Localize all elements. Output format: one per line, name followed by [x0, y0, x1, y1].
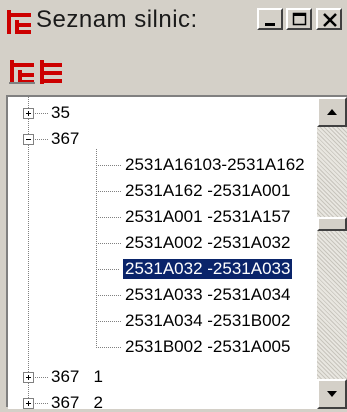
tree-node[interactable]: 2531B002 -2531A005: [125, 337, 290, 357]
tree-node[interactable]: 2531A002 -2531A032: [125, 233, 290, 253]
close-button[interactable]: [316, 8, 342, 30]
tree-node[interactable]: 367 1: [51, 367, 103, 387]
scroll-down-button[interactable]: [317, 379, 347, 409]
expand-toggle[interactable]: [23, 108, 34, 119]
tree-node[interactable]: 2531A001 -2531A157: [125, 207, 290, 227]
arrow-up-icon: [327, 109, 337, 115]
road-tree[interactable]: 35 367 2531A16103-2531A162 2531A162 -253…: [8, 97, 317, 409]
toolbar: [0, 54, 347, 90]
tree-node[interactable]: 2531A033 -2531A034: [125, 285, 290, 305]
collapse-toggle[interactable]: [23, 134, 34, 145]
tree-node[interactable]: 367: [51, 129, 79, 149]
title-bar[interactable]: Seznam silnic:: [0, 0, 347, 40]
tree-node-selected[interactable]: 2531A032 -2531A033: [123, 259, 293, 279]
arrow-down-icon: [327, 391, 337, 397]
tree-node[interactable]: 2531A16103-2531A162: [125, 155, 305, 175]
tree-app-icon: [6, 10, 32, 39]
list-view-button[interactable]: [36, 58, 66, 86]
expand-toggle[interactable]: [23, 398, 34, 409]
expand-toggle[interactable]: [23, 372, 34, 383]
tree-node[interactable]: 2531A162 -2531A001: [125, 181, 290, 201]
minimize-button[interactable]: [257, 8, 283, 30]
road-tree-panel: 35 367 2531A16103-2531A162 2531A162 -253…: [6, 95, 347, 409]
tree-view-button[interactable]: [6, 58, 36, 86]
vertical-scrollbar[interactable]: [317, 97, 347, 409]
scroll-up-button[interactable]: [317, 97, 347, 127]
scroll-thumb[interactable]: [317, 217, 347, 231]
window-title: Seznam silnic:: [36, 6, 198, 33]
tree-connector: [96, 149, 97, 347]
maximize-button[interactable]: [286, 8, 312, 30]
tree-node[interactable]: 35: [51, 103, 70, 123]
road-list-window: Seznam silnic: 35 367 2531A16103-2531A16…: [0, 0, 347, 409]
tree-node[interactable]: 2531A034 -2531B002: [125, 311, 290, 331]
